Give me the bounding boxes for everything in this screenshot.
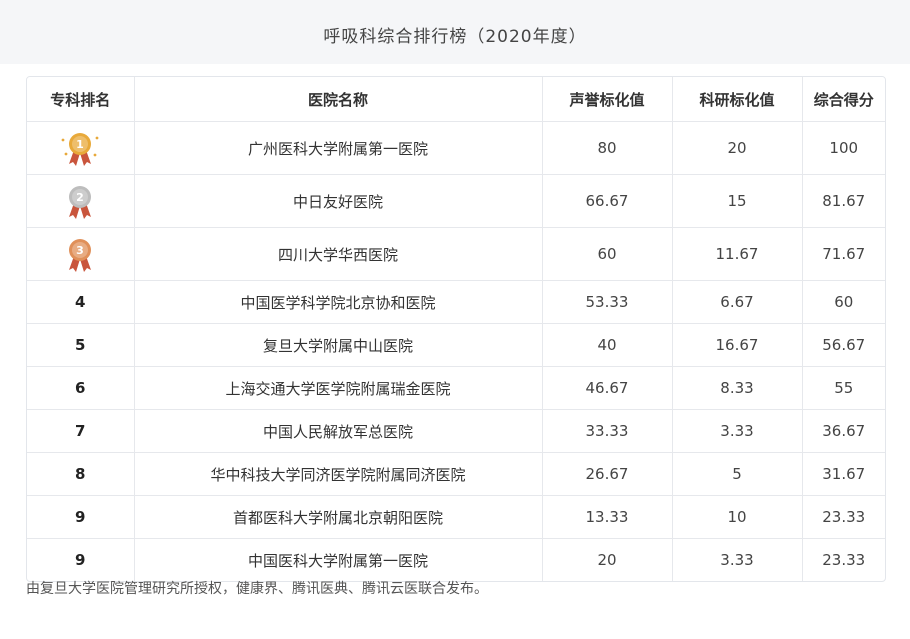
bronze-medal-icon: 3: [69, 239, 92, 272]
table-row: 5 复旦大学附属中山医院 40 16.67 56.67: [27, 323, 885, 367]
ranking-table-container: 专科排名 医院名称 声誉标化值 科研标化值 综合得分 1 广州医科大学附属第一医院…: [26, 76, 886, 582]
research-value-cell: 5: [672, 452, 803, 496]
reputation-value-cell: 13.33: [542, 495, 673, 539]
source-note: 由复旦大学医院管理研究所授权，健康界、腾讯医典、腾讯云医联合发布。: [26, 581, 488, 597]
rank-cell: 5: [27, 323, 135, 367]
composite-score-cell: 71.67: [802, 227, 885, 281]
composite-score-cell: 56.67: [802, 323, 885, 367]
hospital-name-cell: 中国医科大学附属第一医院: [134, 538, 543, 581]
reputation-value-cell: 66.67: [542, 174, 673, 228]
rank-cell: 4: [27, 280, 135, 324]
rank-cell: 7: [27, 409, 135, 453]
header-score: 综合得分: [802, 77, 885, 122]
research-value-cell: 3.33: [672, 538, 803, 581]
rank-number: 4: [75, 293, 86, 311]
reputation-value-cell: 60: [542, 227, 673, 281]
header-reputation: 声誉标化值: [542, 77, 673, 122]
table-header-row: 专科排名 医院名称 声誉标化值 科研标化值 综合得分: [27, 77, 885, 122]
rank-number: 9: [75, 508, 86, 526]
rank-cell: 9: [27, 538, 135, 581]
page-title: 呼吸科综合排行榜（2020年度）: [323, 26, 587, 47]
rank-number: 7: [75, 422, 86, 440]
hospital-name-cell: 首都医科大学附属北京朝阳医院: [134, 495, 543, 539]
table-row: 4 中国医学科学院北京协和医院 53.33 6.67 60: [27, 280, 885, 324]
research-value-cell: 15: [672, 174, 803, 228]
rank-cell: 2: [27, 174, 135, 228]
composite-score-cell: 55: [802, 366, 885, 410]
hospital-name-cell: 上海交通大学医学院附属瑞金医院: [134, 366, 543, 410]
composite-score-cell: 23.33: [802, 495, 885, 539]
table-row: 8 华中科技大学同济医学院附属同济医院 26.67 5 31.67: [27, 452, 885, 496]
table-row: 1 广州医科大学附属第一医院 80 20 100: [27, 121, 885, 175]
research-value-cell: 8.33: [672, 366, 803, 410]
rank-number: 6: [75, 379, 86, 397]
reputation-value-cell: 26.67: [542, 452, 673, 496]
rank-cell: 3: [27, 227, 135, 281]
medal-rank-number: 3: [76, 244, 84, 257]
rank-cell: 6: [27, 366, 135, 410]
hospital-name-cell: 中日友好医院: [134, 174, 543, 228]
hospital-name-cell: 复旦大学附属中山医院: [134, 323, 543, 367]
gold-medal-icon: 1: [61, 133, 99, 166]
ranking-page: 呼吸科综合排行榜（2020年度） 专科排名 医院名称 声誉标化值 科研标化值 综…: [0, 0, 910, 639]
hospital-name-cell: 广州医科大学附属第一医院: [134, 121, 543, 175]
reputation-value-cell: 33.33: [542, 409, 673, 453]
composite-score-cell: 81.67: [802, 174, 885, 228]
composite-score-cell: 100: [802, 121, 885, 175]
rank-number: 5: [75, 336, 86, 354]
rank-number: 9: [75, 551, 86, 569]
medal-rank-number: 1: [76, 138, 84, 151]
research-value-cell: 6.67: [672, 280, 803, 324]
rank-cell: 1: [27, 121, 135, 175]
research-value-cell: 20: [672, 121, 803, 175]
medal-rank-number: 2: [76, 191, 84, 204]
silver-medal-icon: 2: [69, 186, 92, 219]
hospital-name-cell: 四川大学华西医院: [134, 227, 543, 281]
rank-cell: 9: [27, 495, 135, 539]
title-bar: 呼吸科综合排行榜（2020年度）: [0, 0, 910, 64]
research-value-cell: 16.67: [672, 323, 803, 367]
reputation-value-cell: 80: [542, 121, 673, 175]
hospital-name-cell: 中国医学科学院北京协和医院: [134, 280, 543, 324]
composite-score-cell: 23.33: [822, 551, 866, 569]
composite-score-cell: 36.67: [802, 409, 885, 453]
research-value-cell: 10: [672, 495, 803, 539]
composite-score-cell: 31.67: [802, 452, 885, 496]
research-value-cell: 3.33: [672, 409, 803, 453]
header-rank: 专科排名: [27, 77, 135, 122]
ranking-table: 专科排名 医院名称 声誉标化值 科研标化值 综合得分 1 广州医科大学附属第一医院…: [27, 77, 885, 581]
table-row: 7 中国人民解放军总医院 33.33 3.33 36.67: [27, 409, 885, 453]
research-value-cell: 11.67: [672, 227, 803, 281]
table-row: 9 首都医科大学附属北京朝阳医院 13.33 10 23.33: [27, 495, 885, 539]
table-row: 9 中国医科大学附属第一医院 20 3.33 23.33: [27, 538, 885, 581]
reputation-value-cell: 20: [542, 538, 673, 581]
table-body: 1 广州医科大学附属第一医院 80 20 100 2 中日友好医院 66.67 15 81.67 3…: [27, 121, 885, 581]
table-row: 2 中日友好医院 66.67 15 81.67: [27, 174, 885, 228]
header-hospital-name: 医院名称: [134, 77, 543, 122]
hospital-name-cell: 华中科技大学同济医学院附属同济医院: [134, 452, 543, 496]
header-research: 科研标化值: [672, 77, 803, 122]
hospital-name-cell: 中国人民解放军总医院: [134, 409, 543, 453]
rank-number: 8: [75, 465, 86, 483]
composite-score-cell: 60: [802, 280, 885, 324]
reputation-value-cell: 53.33: [542, 280, 673, 324]
reputation-value-cell: 40: [542, 323, 673, 367]
table-row: 3 四川大学华西医院 60 11.67 71.67: [27, 227, 885, 281]
reputation-value-cell: 46.67: [542, 366, 673, 410]
rank-cell: 8: [27, 452, 135, 496]
table-row: 6 上海交通大学医学院附属瑞金医院 46.67 8.33 55: [27, 366, 885, 410]
